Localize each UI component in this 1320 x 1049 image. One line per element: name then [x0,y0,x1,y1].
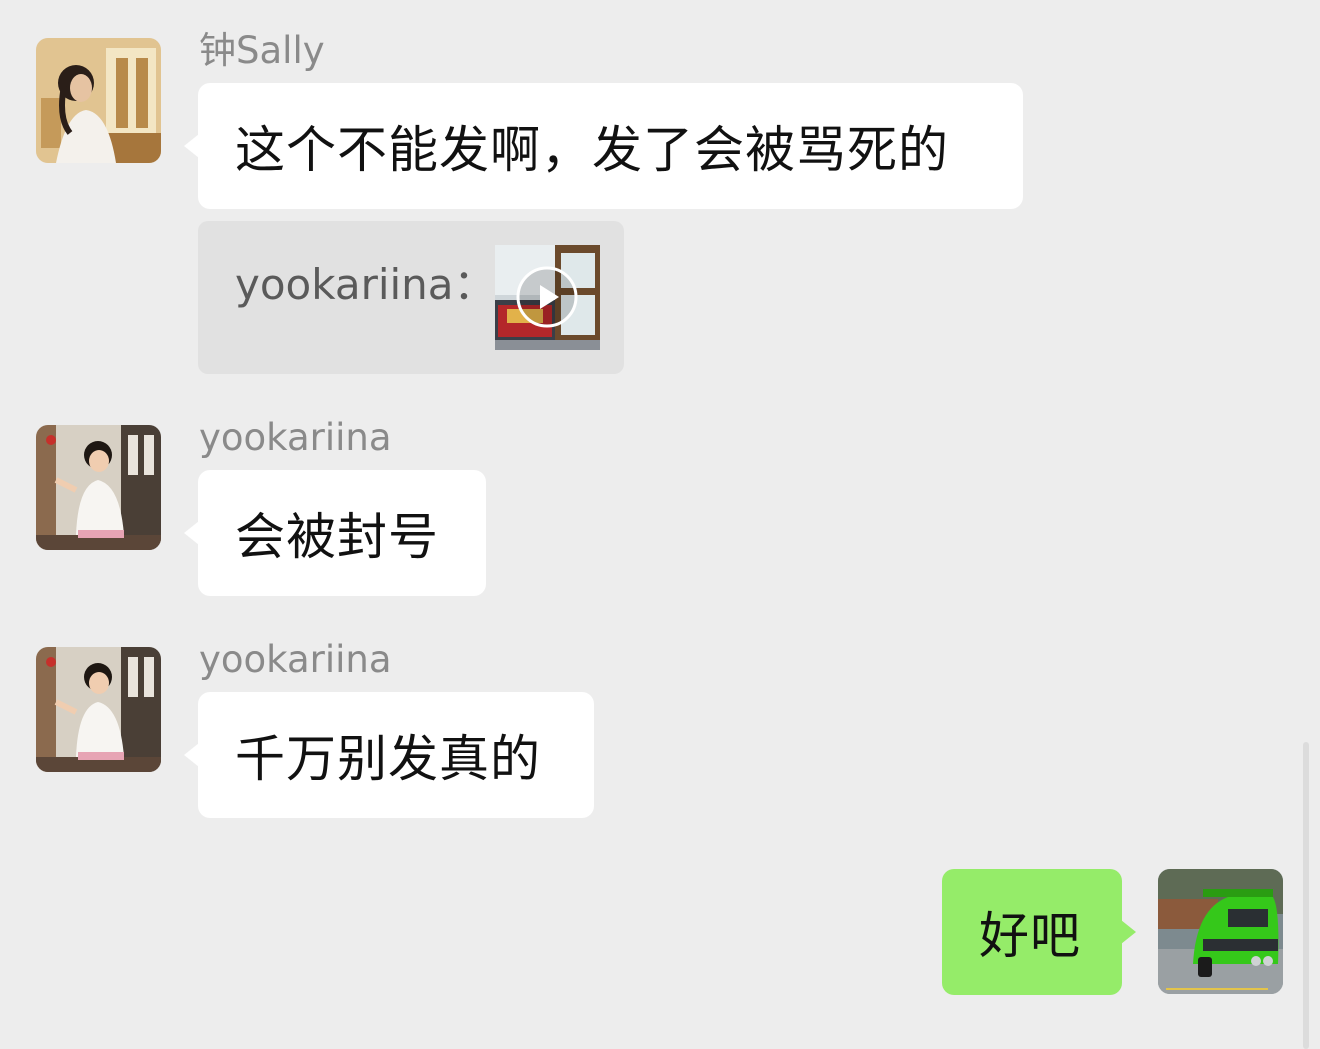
message-text: 这个不能发啊，发了会被骂死的 [235,121,949,179]
message-bubble[interactable]: 会被封号 [198,470,486,596]
girl-portrait-avatar[interactable] [36,647,161,772]
sender-name: yookariina [199,638,392,681]
scrollbar[interactable] [1303,742,1309,1049]
video-play-thumbnail[interactable] [495,245,600,350]
sender-name: yookariina [199,416,392,459]
woman-portrait-avatar[interactable] [36,38,161,163]
message-text: 好吧 [979,907,1081,965]
message-bubble[interactable]: 千万别发真的 [198,692,594,818]
outgoing-message-bubble[interactable]: 好吧 [942,869,1122,995]
sender-name: 钟Sally [199,29,325,72]
message-bubble[interactable]: 这个不能发啊，发了会被骂死的 [198,83,1023,209]
message-text: 会被封号 [235,508,439,566]
message-text: 千万别发真的 [235,730,541,788]
chat-window: 钟Sally 这个不能发啊，发了会被骂死的 yookariina： yookar… [0,0,1320,1049]
girl-portrait-avatar[interactable] [36,425,161,550]
quoted-message[interactable]: yookariina： [198,221,624,374]
quote-author: yookariina： [235,260,496,309]
green-car-avatar[interactable] [1158,869,1283,994]
